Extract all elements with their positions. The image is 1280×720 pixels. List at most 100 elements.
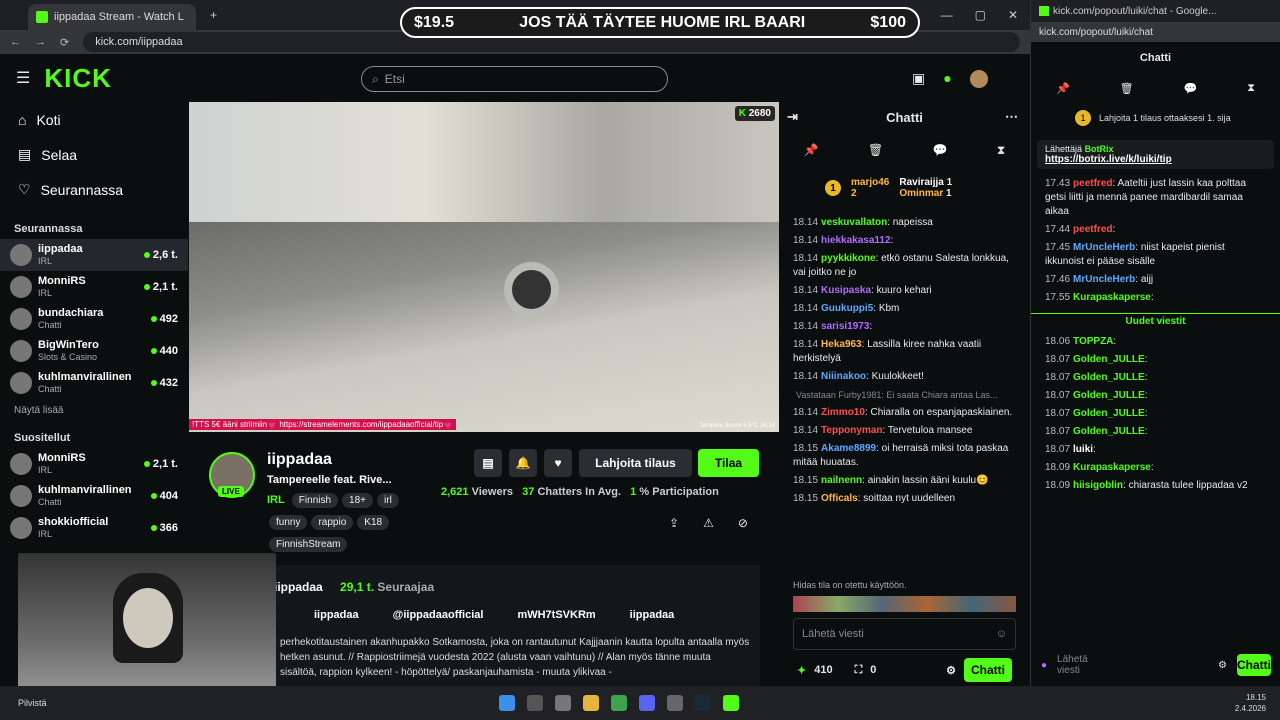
menu-icon[interactable]: ☰ bbox=[16, 68, 30, 88]
nav-browse[interactable]: ▤ Selaa bbox=[0, 137, 188, 172]
explorer-icon[interactable] bbox=[582, 695, 599, 711]
follow-heart-button[interactable]: ♥ bbox=[544, 449, 572, 477]
channel-item[interactable]: shokkiofficial IRL 366 bbox=[0, 512, 188, 544]
message-user[interactable]: luiki bbox=[1073, 444, 1093, 455]
tag[interactable]: 18+ bbox=[342, 493, 374, 508]
hourglass-icon[interactable]: ⧗ bbox=[997, 143, 1005, 158]
message-user[interactable]: veskuvallaton bbox=[821, 217, 887, 228]
channel-item[interactable]: BigWinTero Slots & Casino 440 bbox=[0, 335, 188, 367]
social-link[interactable]: @iippadaaofficial bbox=[393, 609, 484, 621]
channel-item[interactable]: kuhlmanvirallinen Chatti 432 bbox=[0, 367, 188, 399]
tag[interactable]: irl bbox=[377, 493, 399, 508]
start-icon[interactable] bbox=[498, 695, 515, 711]
popout-chat-input[interactable]: Lähetä viesti bbox=[1057, 654, 1097, 676]
message-user[interactable]: Officals bbox=[821, 493, 858, 504]
message-user[interactable]: pyykkikone bbox=[821, 253, 875, 264]
close-icon[interactable]: ✕ bbox=[1008, 8, 1018, 22]
emoji-icon[interactable]: ☺ bbox=[996, 628, 1007, 640]
chat-settings-icon[interactable]: ⚙ bbox=[946, 664, 956, 677]
channel-item[interactable]: kuhlmanvirallinen Chatti 404 bbox=[0, 480, 188, 512]
message-user[interactable]: peetfred bbox=[1073, 224, 1112, 235]
message-user[interactable]: nailnenn bbox=[821, 475, 862, 486]
message-user[interactable]: peetfred bbox=[1073, 178, 1112, 189]
discord-icon[interactable] bbox=[638, 695, 655, 711]
send-chat-button[interactable]: Chatti bbox=[964, 658, 1012, 682]
video-player[interactable]: K 2680 !TTS 5€ ääni striimiin💗 https://s… bbox=[189, 102, 779, 432]
message-user[interactable]: Heka963 bbox=[821, 339, 862, 350]
points-value[interactable]: 410 bbox=[814, 664, 832, 676]
tag[interactable]: FinnishStream bbox=[269, 537, 348, 552]
steam-icon[interactable] bbox=[694, 695, 711, 711]
message-user[interactable]: TOPPZA bbox=[1073, 336, 1113, 347]
pin-icon[interactable]: 📌 bbox=[1056, 82, 1070, 95]
forward-icon[interactable]: → bbox=[35, 36, 46, 48]
message-user[interactable]: Golden_JULLE bbox=[1073, 426, 1145, 437]
channel-item[interactable]: iippadaa IRL 2,6 t. bbox=[0, 239, 188, 271]
pinned-link[interactable]: https://botrix.live/k/luiki/tip bbox=[1045, 154, 1266, 165]
message-user[interactable]: Zimmo10 bbox=[821, 407, 865, 418]
stream-category[interactable]: IRL bbox=[267, 494, 285, 506]
kick-points-icon[interactable]: ● bbox=[943, 70, 951, 88]
tag[interactable]: K18 bbox=[357, 515, 390, 530]
message-user[interactable]: MrUncleHerb bbox=[1073, 242, 1135, 253]
minimize-icon[interactable]: — bbox=[941, 8, 953, 22]
message-user[interactable]: Guukuppi5 bbox=[821, 303, 873, 314]
message-user[interactable]: Golden_JULLE bbox=[1073, 372, 1145, 383]
message-user[interactable]: Golden_JULLE bbox=[1073, 390, 1145, 401]
social-link[interactable]: iippadaa bbox=[630, 609, 675, 621]
message-user[interactable]: Akame8899 bbox=[821, 443, 876, 454]
search-icon[interactable] bbox=[526, 695, 543, 711]
new-tab-icon[interactable]: + bbox=[210, 8, 217, 22]
kick-logo[interactable]: KICK bbox=[44, 63, 112, 94]
message-user[interactable]: Niiinakoo bbox=[821, 371, 866, 382]
message-user[interactable]: Tepponyman bbox=[821, 425, 882, 436]
popout-send-button[interactable]: Chatti bbox=[1237, 654, 1271, 676]
search-input[interactable]: ⌕ Etsi bbox=[361, 66, 668, 92]
channel-item[interactable]: bundachiara Chatti 492 bbox=[0, 303, 188, 335]
message-user[interactable]: hiekkakasa112 bbox=[821, 235, 891, 246]
browser-tab[interactable]: iippadaa Stream - Watch L bbox=[28, 4, 196, 30]
message-user[interactable]: Kusipaska bbox=[821, 285, 871, 296]
streamer-name[interactable]: iippadaa bbox=[267, 451, 332, 469]
more-icon[interactable]: ⋯ bbox=[1005, 109, 1018, 125]
gift-prompt[interactable]: 1 Lahjoita 1 tilaus ottaaksesi 1. sija bbox=[1031, 102, 1280, 134]
avatar[interactable] bbox=[969, 70, 988, 88]
weather-label[interactable]: Pilvistä bbox=[18, 698, 47, 708]
calculator-icon[interactable] bbox=[666, 695, 683, 711]
show-more-link[interactable]: Näytä lisää bbox=[0, 405, 188, 416]
tag[interactable]: Finnish bbox=[291, 493, 339, 508]
gift-sub-button[interactable]: Lahjoita tilaus bbox=[579, 449, 692, 477]
channel-item[interactable]: MonniRS IRL 2,1 t. bbox=[0, 448, 188, 480]
reload-icon[interactable]: ⟳ bbox=[60, 36, 69, 49]
mic-icon[interactable]: ● bbox=[1041, 660, 1047, 671]
hourglass-icon[interactable]: ⧗ bbox=[1247, 82, 1255, 95]
gift-count[interactable]: 0 bbox=[870, 664, 876, 676]
back-icon[interactable]: ← bbox=[10, 36, 21, 48]
nav-home[interactable]: ⌂ Koti bbox=[0, 102, 188, 137]
studio-icon[interactable]: ▣ bbox=[912, 70, 925, 88]
message-user[interactable]: hiisigoblin bbox=[1073, 480, 1123, 491]
message-user[interactable]: Golden_JULLE bbox=[1073, 354, 1145, 365]
collapse-chat-icon[interactable]: ⇥ bbox=[787, 109, 798, 125]
nav-following[interactable]: ♡ Seurannassa bbox=[0, 172, 188, 207]
tag[interactable]: funny bbox=[269, 515, 308, 530]
subscribe-button[interactable]: Tilaa bbox=[698, 449, 759, 477]
report-icon[interactable]: ⚠ bbox=[703, 516, 714, 530]
social-link[interactable]: iippadaa bbox=[314, 609, 359, 621]
pin-icon[interactable]: 📌 bbox=[804, 143, 819, 157]
message-user[interactable]: MrUncleHerb bbox=[1073, 274, 1135, 285]
message-user[interactable]: sarisi1973 bbox=[821, 321, 869, 332]
share-icon[interactable]: ⇪ bbox=[669, 516, 679, 530]
chat-bubble-icon[interactable]: 💬 bbox=[933, 143, 948, 157]
task-view-icon[interactable] bbox=[554, 695, 571, 711]
tag[interactable]: rappio bbox=[311, 515, 354, 530]
message-user[interactable]: Golden_JULLE bbox=[1073, 408, 1145, 419]
chat-input[interactable]: Lähetä viesti ☺ bbox=[793, 618, 1016, 650]
popout-url-bar[interactable]: kick.com/popout/luiki/chat bbox=[1031, 22, 1280, 42]
notify-button[interactable]: 🔔 bbox=[509, 449, 537, 477]
chrome-icon[interactable] bbox=[610, 695, 627, 711]
clip-button[interactable]: ▤ bbox=[474, 449, 502, 477]
maximize-icon[interactable]: ▢ bbox=[975, 8, 986, 22]
social-link[interactable]: mWH7tSVKRm bbox=[517, 609, 595, 621]
channel-item[interactable]: MonniRS IRL 2,1 t. bbox=[0, 271, 188, 303]
